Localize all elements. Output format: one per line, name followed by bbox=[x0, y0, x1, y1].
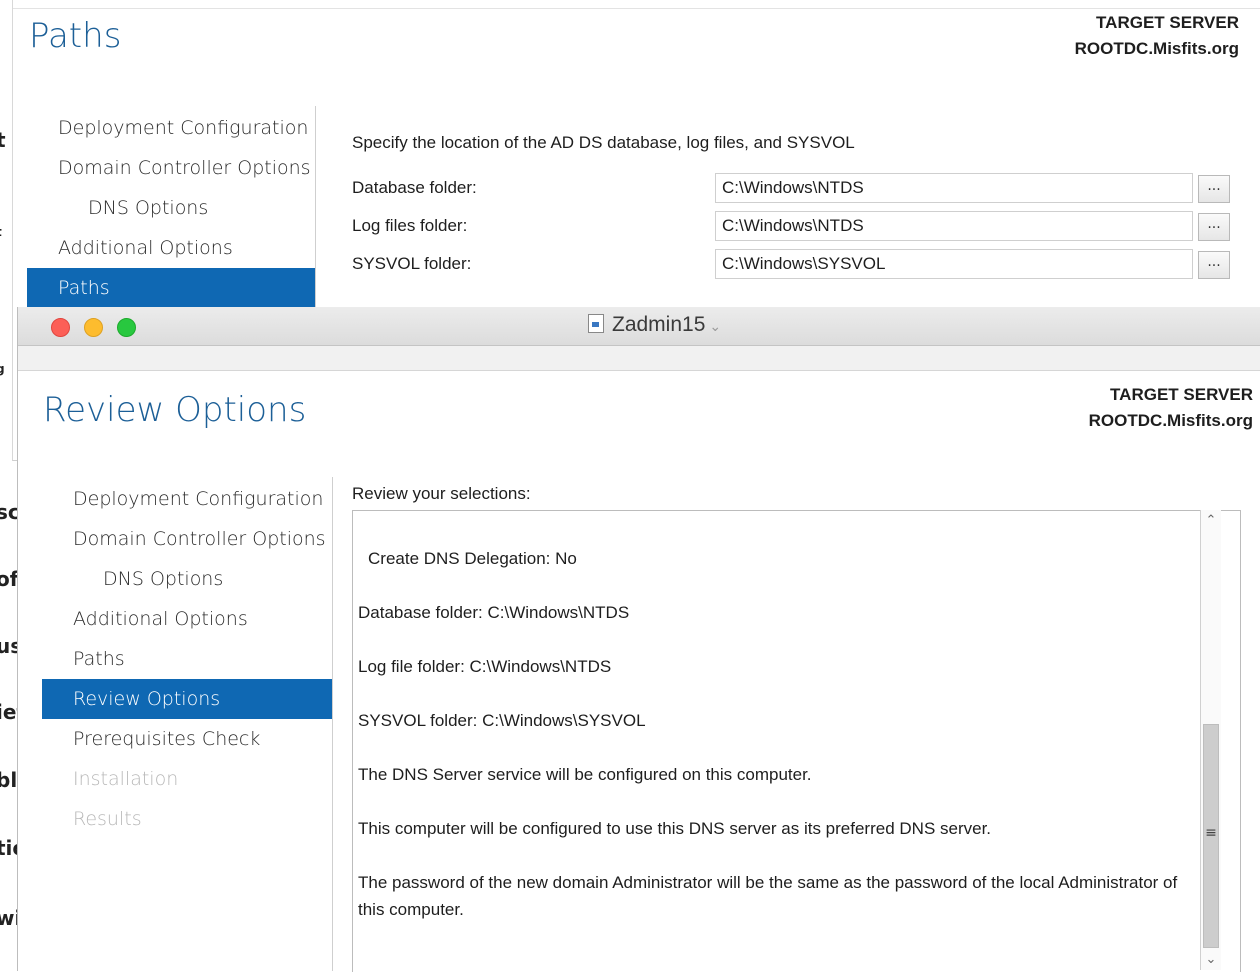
background-text-fragment: t bbox=[0, 128, 6, 152]
nav-item-domain-controller-options[interactable]: Domain Controller Options bbox=[27, 148, 315, 188]
grip-icon: ≡ bbox=[1205, 825, 1217, 841]
review-selections-label: Review your selections: bbox=[352, 484, 531, 503]
paths-fields: Database folder: C:\Windows\NTDS ... Log… bbox=[352, 173, 1252, 293]
nav-item-domain-controller-options[interactable]: Domain Controller Options bbox=[42, 519, 332, 559]
window-title[interactable]: Zadmin15 ⌄ bbox=[588, 313, 721, 339]
window-top-border bbox=[13, 8, 1260, 9]
log-files-folder-input[interactable]: C:\Windows\NTDS bbox=[715, 211, 1193, 241]
page-title: Review Options bbox=[43, 390, 307, 430]
database-folder-label: Database folder: bbox=[352, 178, 477, 197]
log-files-folder-browse-button[interactable]: ... bbox=[1198, 213, 1230, 241]
nav-item-paths[interactable]: Paths bbox=[27, 268, 315, 308]
review-scrollbar[interactable]: ⌃ ≡ ⌄ bbox=[1200, 510, 1221, 970]
close-icon[interactable] bbox=[51, 318, 70, 337]
review-line: Create DNS Delegation: No bbox=[368, 549, 577, 568]
chevron-up-icon[interactable]: ⌃ bbox=[1201, 510, 1221, 530]
review-line: The DNS Server service will be configure… bbox=[358, 765, 812, 784]
background-text-fragment: t bbox=[0, 225, 2, 239]
review-line: The password of the new domain Administr… bbox=[358, 873, 1178, 919]
review-options-pane: Review Options TARGET SERVER ROOTDC.Misf… bbox=[18, 371, 1260, 972]
scrollbar-thumb[interactable]: ≡ bbox=[1203, 724, 1219, 948]
target-server-label: TARGET SERVER bbox=[1096, 13, 1239, 32]
nav-item-additional-options[interactable]: Additional Options bbox=[27, 228, 315, 268]
review-line: SYSVOL folder: C:\Windows\SYSVOL bbox=[358, 711, 646, 730]
review-line: Database folder: C:\Windows\NTDS bbox=[358, 603, 630, 622]
wizard-nav: Deployment Configuration Domain Controll… bbox=[42, 477, 333, 971]
nav-item-additional-options[interactable]: Additional Options bbox=[42, 599, 332, 639]
target-server: TARGET SERVER ROOTDC.Misfits.org bbox=[1089, 382, 1253, 434]
review-line: This computer will be configured to use … bbox=[358, 819, 992, 838]
toolbar-band bbox=[18, 346, 1260, 371]
paths-intro: Specify the location of the AD DS databa… bbox=[352, 133, 855, 152]
nav-item-paths[interactable]: Paths bbox=[42, 639, 332, 679]
nav-item-results: Results bbox=[73, 808, 142, 830]
nav-item-dns-options[interactable]: DNS Options bbox=[27, 188, 315, 228]
nav-item-deployment-configuration[interactable]: Deployment Configuration bbox=[27, 108, 315, 148]
maximize-icon[interactable] bbox=[117, 318, 136, 337]
database-folder-browse-button[interactable]: ... bbox=[1198, 175, 1230, 203]
target-server-label: TARGET SERVER bbox=[1110, 385, 1253, 404]
zadmin15-window: Zadmin15 ⌄ Review Options TARGET SERVER R… bbox=[17, 307, 1260, 972]
review-selections-box[interactable]: Create DNS Delegation: No Database folde… bbox=[352, 510, 1241, 972]
document-icon bbox=[588, 314, 604, 333]
log-files-folder-label: Log files folder: bbox=[352, 216, 468, 235]
sysvol-folder-browse-button[interactable]: ... bbox=[1198, 251, 1230, 279]
chevron-down-icon[interactable]: ⌄ bbox=[1201, 950, 1221, 970]
window-title-text: Zadmin15 bbox=[612, 313, 706, 336]
target-server-name: ROOTDC.Misfits.org bbox=[1088, 411, 1253, 430]
nav-item-installation: Installation bbox=[73, 768, 179, 790]
nav-item-deployment-configuration[interactable]: Deployment Configuration bbox=[42, 479, 332, 519]
target-server-name: ROOTDC.Misfits.org bbox=[1074, 39, 1239, 58]
minimize-icon[interactable] bbox=[84, 318, 103, 337]
target-server: TARGET SERVER ROOTDC.Misfits.org bbox=[1075, 10, 1239, 62]
sysvol-folder-label: SYSVOL folder: bbox=[352, 254, 472, 273]
nav-item-dns-options[interactable]: DNS Options bbox=[42, 559, 332, 599]
database-folder-input[interactable]: C:\Windows\NTDS bbox=[715, 173, 1193, 203]
review-line: Log file folder: C:\Windows\NTDS bbox=[358, 657, 612, 676]
window-titlebar[interactable]: Zadmin15 ⌄ bbox=[18, 307, 1260, 346]
nav-item-prerequisites-check[interactable]: Prerequisites Check bbox=[42, 719, 332, 759]
background-text-fragment: g bbox=[0, 362, 5, 376]
wizard-nav: Deployment Configuration Domain Controll… bbox=[27, 106, 316, 310]
nav-item-review-options[interactable]: Review Options bbox=[42, 679, 332, 719]
sysvol-folder-input[interactable]: C:\Windows\SYSVOL bbox=[715, 249, 1193, 279]
chevron-down-icon[interactable]: ⌄ bbox=[709, 318, 721, 334]
page-title: Paths bbox=[29, 16, 122, 56]
